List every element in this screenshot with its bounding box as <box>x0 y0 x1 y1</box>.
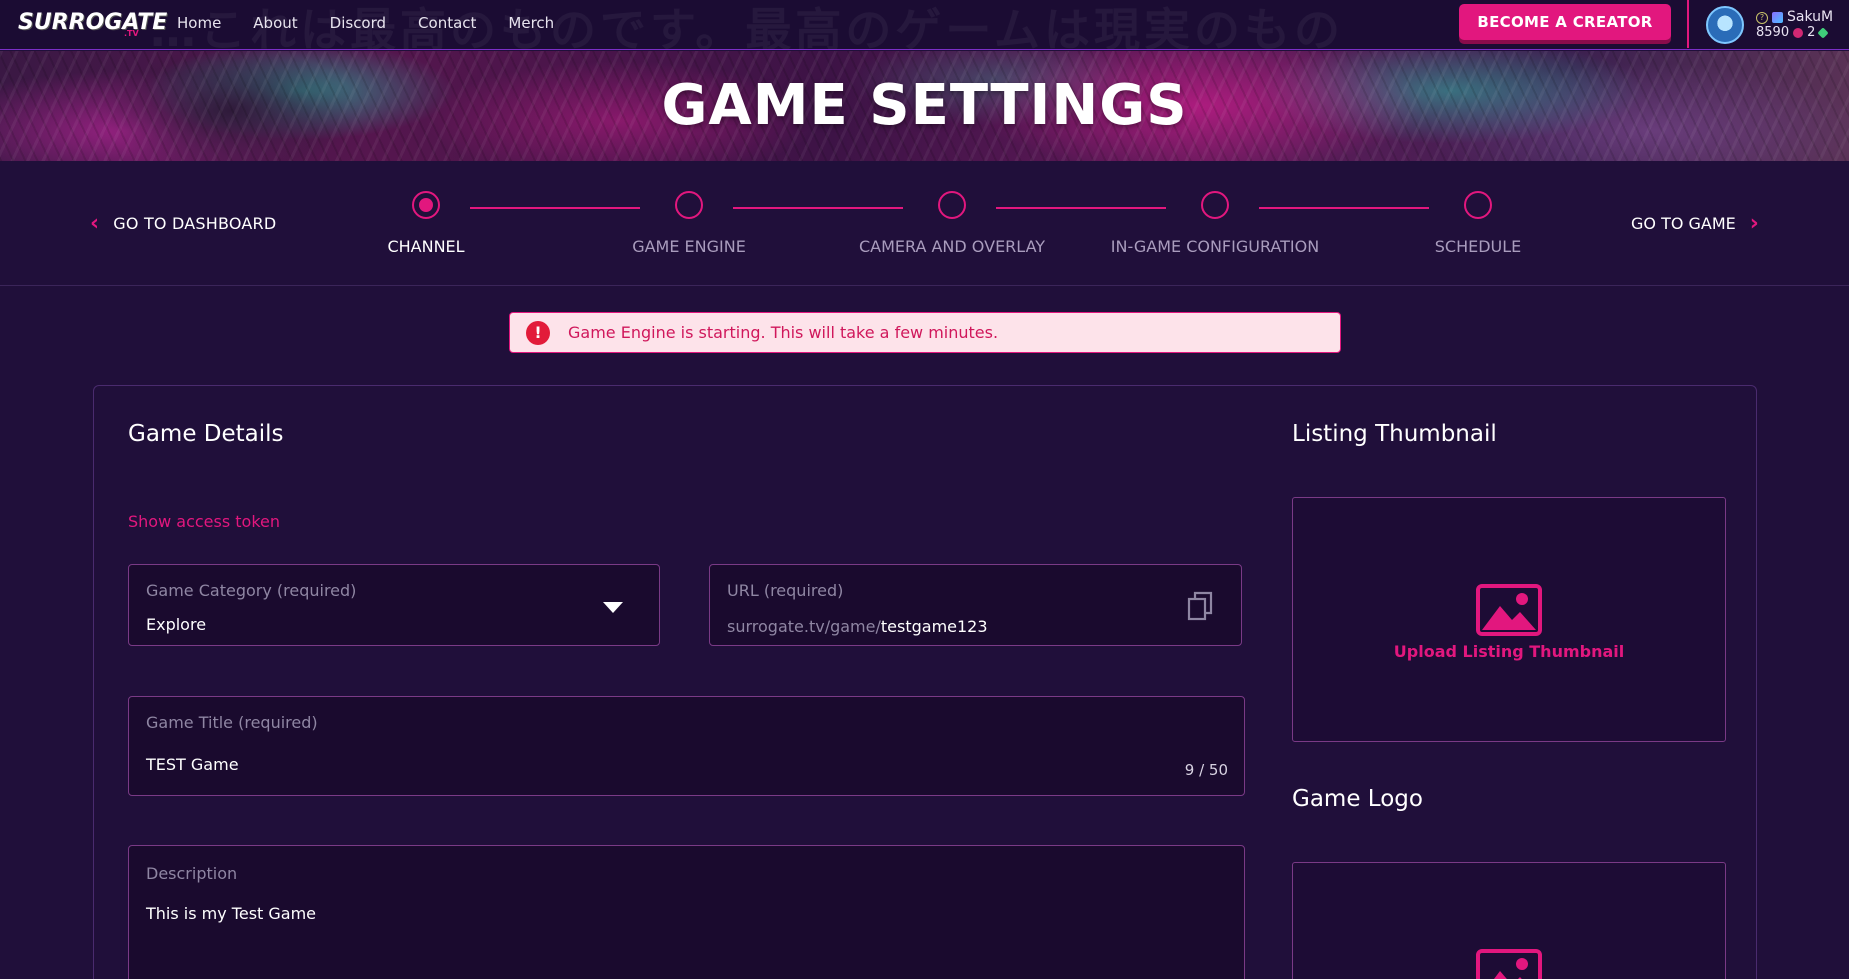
description-field[interactable]: Description This is my Test Game <box>128 845 1245 979</box>
user-avatar[interactable] <box>1706 6 1744 44</box>
nav-link-home[interactable]: Home <box>177 14 221 32</box>
settings-stepper: ‹ GO TO DASHBOARD CHANNEL GAME ENGINE CA… <box>0 161 1849 286</box>
url-label: URL (required) <box>727 581 844 600</box>
error-icon: ! <box>526 320 550 345</box>
game-category-label: Game Category (required) <box>146 581 357 600</box>
go-to-dashboard-label: GO TO DASHBOARD <box>113 214 277 233</box>
cube-icon <box>1772 12 1783 23</box>
alert-message: Game Engine is starting. This will take … <box>568 323 999 342</box>
step-connector <box>733 207 903 209</box>
game-category-value: Explore <box>146 615 207 634</box>
nav-divider <box>1687 0 1689 48</box>
user-info[interactable]: ? SakuM 8590 2 <box>1756 10 1833 40</box>
game-logo-heading: Game Logo <box>1292 786 1423 812</box>
nav-link-merch[interactable]: Merch <box>508 14 554 32</box>
title-char-counter: 9 / 50 <box>1184 761 1228 779</box>
copy-icon[interactable] <box>1187 591 1213 621</box>
become-creator-button[interactable]: BECOME A CREATOR <box>1459 4 1671 40</box>
step-label-in-game-config[interactable]: IN-GAME CONFIGURATION <box>1111 237 1319 256</box>
coin-icon <box>1793 27 1804 38</box>
username: SakuM <box>1787 9 1834 25</box>
game-title-value: TEST Game <box>146 755 239 774</box>
upload-content: Upload Listing Thumbnail <box>1293 584 1725 661</box>
step-circle-in-game-config[interactable] <box>1201 191 1229 219</box>
step-circle-channel[interactable] <box>412 191 440 219</box>
listing-thumbnail-upload[interactable]: Upload Listing Thumbnail <box>1292 497 1726 742</box>
url-slug: testgame123 <box>880 617 988 636</box>
game-title-field[interactable]: Game Title (required) TEST Game 9 / 50 <box>128 696 1245 796</box>
nav-links: Home About Discord Contact Merch <box>177 14 586 32</box>
step-label-schedule[interactable]: SCHEDULE <box>1435 237 1522 256</box>
step-circle-game-engine[interactable] <box>675 191 703 219</box>
engine-status-alert: ! Game Engine is starting. This will tak… <box>509 312 1341 353</box>
dropdown-arrow-icon[interactable] <box>603 602 623 613</box>
go-to-dashboard-link[interactable]: ‹ GO TO DASHBOARD <box>90 211 276 236</box>
step-label-camera-overlay[interactable]: CAMERA AND OVERLAY <box>859 237 1045 256</box>
step-connector <box>1259 207 1429 209</box>
go-to-game-label: GO TO GAME <box>1631 214 1736 233</box>
nav-link-discord[interactable]: Discord <box>330 14 386 32</box>
top-navbar: …これは最高のものです。最高のゲームは現実のもの SURROGATE .TV H… <box>0 0 1849 50</box>
url-prefix: surrogate.tv/game/ <box>727 617 881 636</box>
image-icon <box>1476 949 1542 979</box>
gem-icon <box>1817 26 1830 39</box>
game-logo-upload[interactable] <box>1292 862 1726 979</box>
description-label: Description <box>146 864 238 883</box>
nav-link-contact[interactable]: Contact <box>418 14 476 32</box>
upload-content <box>1293 949 1725 979</box>
page-title: GAME SETTINGS <box>661 73 1188 138</box>
image-icon <box>1476 584 1542 636</box>
game-category-select[interactable]: Game Category (required) Explore <box>128 564 660 646</box>
nav-link-about[interactable]: About <box>253 14 297 32</box>
chevron-right-icon: › <box>1749 211 1759 236</box>
surrogate-logo[interactable]: SURROGATE <box>18 10 167 35</box>
url-field[interactable]: URL (required) surrogate.tv/game/testgam… <box>709 564 1242 646</box>
step-label-channel[interactable]: CHANNEL <box>387 237 464 256</box>
upload-thumbnail-label: Upload Listing Thumbnail <box>1393 642 1625 661</box>
step-label-game-engine[interactable]: GAME ENGINE <box>632 237 746 256</box>
logo-suffix: .TV <box>124 29 139 38</box>
step-circle-camera-overlay[interactable] <box>938 191 966 219</box>
game-details-heading: Game Details <box>128 421 284 447</box>
step-connector <box>996 207 1166 209</box>
listing-thumbnail-heading: Listing Thumbnail <box>1292 421 1497 447</box>
url-value: surrogate.tv/game/testgame123 <box>727 617 988 636</box>
step-connector <box>470 207 640 209</box>
chevron-left-icon: ‹ <box>90 211 100 236</box>
step-circle-schedule[interactable] <box>1464 191 1492 219</box>
help-icon[interactable]: ? <box>1756 11 1768 24</box>
game-title-label: Game Title (required) <box>146 713 318 732</box>
gem-count: 2 <box>1807 25 1816 40</box>
go-to-game-link[interactable]: GO TO GAME › <box>1631 211 1759 236</box>
show-access-token-link[interactable]: Show access token <box>128 512 280 531</box>
header-banner: GAME SETTINGS <box>0 51 1849 161</box>
description-value: This is my Test Game <box>146 904 317 923</box>
coin-count: 8590 <box>1756 25 1790 40</box>
